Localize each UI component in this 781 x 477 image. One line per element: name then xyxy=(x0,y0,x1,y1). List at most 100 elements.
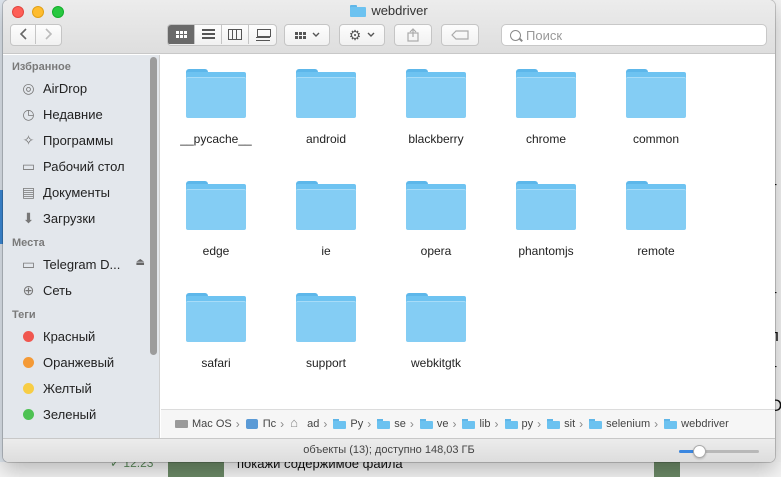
disk-icon xyxy=(175,419,188,429)
sidebar-item-downloads[interactable]: ⬇ Загрузки xyxy=(3,205,159,231)
folder-item[interactable]: edge xyxy=(161,181,271,293)
folder-item[interactable]: blackberry xyxy=(381,69,491,181)
chevron-right-icon: › xyxy=(537,417,542,431)
column-view-button[interactable] xyxy=(222,25,249,44)
chevron-down-icon xyxy=(312,32,319,37)
sidebar-tag-green[interactable]: Зеленый xyxy=(3,401,159,427)
folder-item[interactable]: phantomjs xyxy=(491,181,601,293)
file-grid: __pycache__ android blackberry chrome common… xyxy=(161,69,711,405)
folder-icon xyxy=(625,69,687,119)
folder-name: opera xyxy=(420,244,452,258)
sidebar-item-applications[interactable]: ✧ Программы xyxy=(3,127,159,153)
folder-item[interactable]: __pycache__ xyxy=(161,69,271,181)
folder-icon xyxy=(589,419,603,429)
sidebar-item-label: Зеленый xyxy=(43,406,97,422)
folder-item[interactable]: support xyxy=(271,293,381,405)
path-crumb[interactable]: Py xyxy=(333,418,363,430)
folder-item[interactable]: android xyxy=(271,69,381,181)
slider-knob[interactable] xyxy=(693,445,706,458)
folder-icon xyxy=(185,181,247,231)
search-field[interactable] xyxy=(501,24,767,46)
forward-button[interactable] xyxy=(36,24,61,44)
document-icon: ▤ xyxy=(21,183,36,200)
group-button[interactable] xyxy=(284,24,330,46)
icon-view-button[interactable] xyxy=(168,25,195,44)
clock-icon: ◷ xyxy=(22,105,35,122)
folder-name: android xyxy=(305,132,347,146)
sidebar-tag-yellow[interactable]: Желтый xyxy=(3,375,159,401)
path-crumb[interactable]: lib xyxy=(462,418,491,430)
columns-icon xyxy=(228,28,242,40)
share-button[interactable] xyxy=(394,24,432,46)
sidebar-tag-red[interactable]: Красный xyxy=(3,323,159,349)
folder-name: safari xyxy=(201,356,231,370)
path-crumb[interactable]: ad xyxy=(290,415,319,430)
back-button[interactable] xyxy=(11,24,36,44)
eject-icon[interactable]: ⏏ xyxy=(136,257,145,268)
tag-icon xyxy=(451,30,469,40)
sidebar-item-recents[interactable]: ◷ Недавние xyxy=(3,101,159,127)
folder-name: __pycache__ xyxy=(180,132,252,146)
sidebar: Избранное ◎ AirDrop ◷ Недавние ✧ Програм… xyxy=(3,55,160,439)
folder-icon xyxy=(504,419,518,429)
folder-icon xyxy=(515,181,577,231)
list-icon xyxy=(201,29,215,39)
folder-name: blackberry xyxy=(408,132,464,146)
sidebar-item-label: Красный xyxy=(43,328,96,344)
path-crumb[interactable]: py xyxy=(504,418,534,430)
path-crumb[interactable]: Пс xyxy=(245,418,276,430)
chevron-left-icon xyxy=(19,28,27,40)
user-icon xyxy=(245,419,259,429)
sidebar-item-label: Оранжевый xyxy=(43,354,115,370)
path-crumb[interactable]: sit xyxy=(547,418,575,430)
folder-item[interactable]: chrome xyxy=(491,69,601,181)
folder-icon xyxy=(405,181,467,231)
gallery-view-button[interactable] xyxy=(249,25,276,44)
chevron-right-icon: › xyxy=(367,417,372,431)
sidebar-item-telegram[interactable]: ▭ Telegram D... ⏏ xyxy=(3,251,159,277)
path-crumb-label: py xyxy=(521,418,534,430)
path-crumb[interactable]: ve xyxy=(419,418,449,430)
sidebar-section-locations: Места xyxy=(12,237,45,249)
tag-dot-icon xyxy=(23,330,34,342)
sidebar-tag-orange[interactable]: Оранжевый xyxy=(3,349,159,375)
folder-item[interactable]: safari xyxy=(161,293,271,405)
path-crumb-label: ve xyxy=(436,418,449,430)
path-crumb-label: webdriver xyxy=(681,418,729,430)
sidebar-item-documents[interactable]: ▤ Документы xyxy=(3,179,159,205)
grid-icon xyxy=(175,30,187,38)
sidebar-item-label: Недавние xyxy=(43,106,103,122)
search-input[interactable] xyxy=(526,27,746,43)
sidebar-item-airdrop[interactable]: ◎ AirDrop xyxy=(3,75,159,101)
sidebar-item-label: Документы xyxy=(43,184,111,200)
sidebar-item-label: AirDrop xyxy=(43,80,88,96)
folder-item[interactable]: webkitgtk xyxy=(381,293,491,405)
path-crumb-label: lib xyxy=(479,418,491,430)
tag-button[interactable] xyxy=(441,24,479,46)
sidebar-scrollbar[interactable] xyxy=(150,57,157,355)
path-crumb[interactable]: Mac OS xyxy=(175,418,232,430)
finder-window: webdriver ⚙ Поиск Избранное ◎ AirDrop ◷ … xyxy=(3,0,775,462)
list-view-button[interactable] xyxy=(195,25,222,44)
sidebar-item-desktop[interactable]: ▭ Рабочий стол xyxy=(3,153,159,179)
folder-icon xyxy=(515,69,577,119)
path-crumb[interactable]: webdriver xyxy=(664,418,729,430)
folder-item[interactable]: opera xyxy=(381,181,491,293)
chevron-right-icon: › xyxy=(409,417,414,431)
folder-item[interactable]: common xyxy=(601,69,711,181)
chevron-right-icon: › xyxy=(579,417,584,431)
folder-icon xyxy=(295,181,357,231)
path-crumb[interactable]: selenium xyxy=(589,418,650,430)
folder-icon xyxy=(295,69,357,119)
tag-dot-icon xyxy=(23,356,34,368)
path-crumb[interactable]: se xyxy=(377,418,406,430)
icon-size-slider[interactable] xyxy=(679,445,759,458)
action-button[interactable]: ⚙ xyxy=(339,24,385,46)
sidebar-item-network[interactable]: ⊕ Сеть xyxy=(3,277,159,303)
folder-item[interactable]: ie xyxy=(271,181,381,293)
file-grid-area: __pycache__ android blackberry chrome common… xyxy=(161,55,775,409)
folder-name: phantomjs xyxy=(518,244,574,258)
folder-item[interactable]: remote xyxy=(601,181,711,293)
status-text: объекты (13); доступно 148,03 ГБ xyxy=(303,444,475,456)
search-icon xyxy=(510,29,521,41)
